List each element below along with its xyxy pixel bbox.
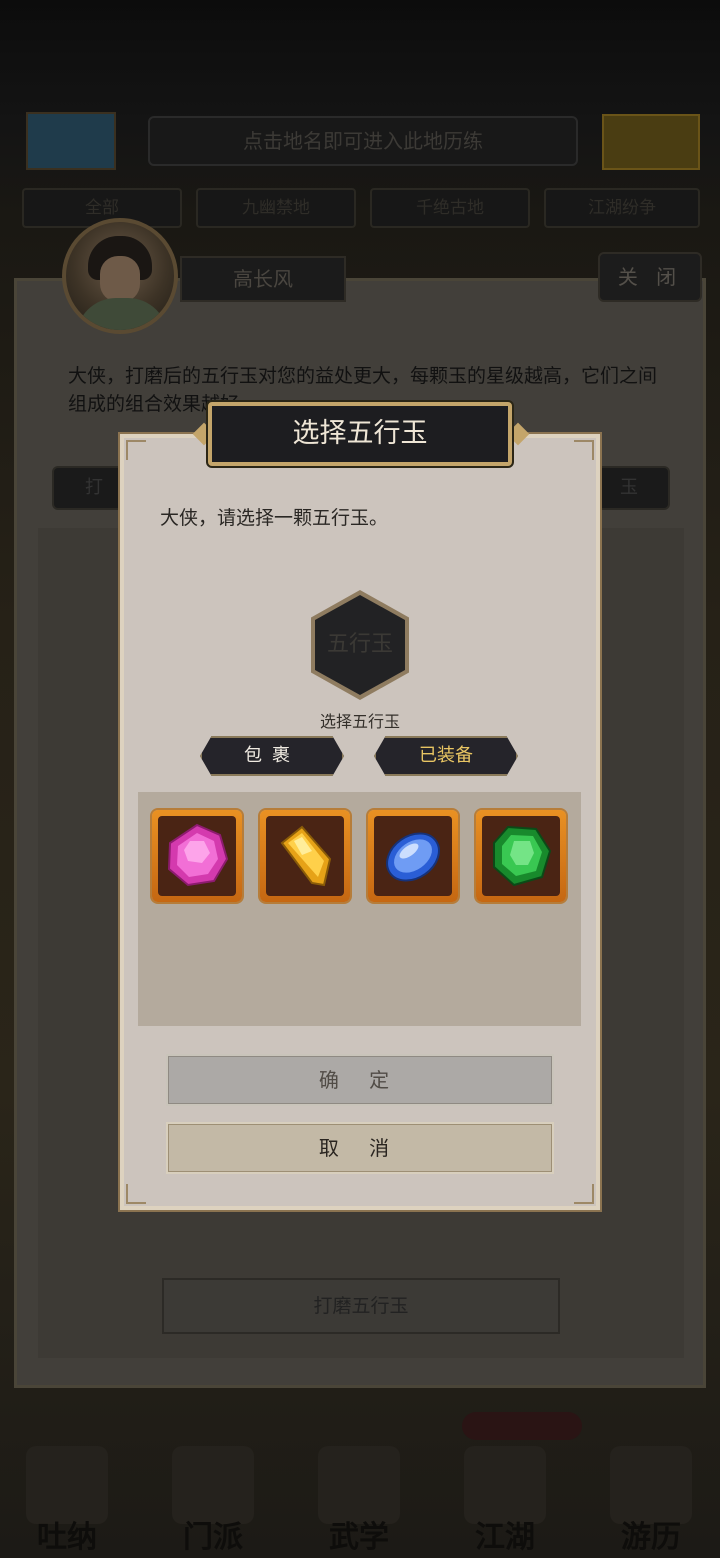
corner-ornament — [126, 440, 146, 460]
nav-tuna[interactable]: 吐纳 — [12, 1440, 122, 1555]
corner-ornament — [126, 1184, 146, 1204]
confirm-button[interactable]: 确 定 — [166, 1054, 554, 1106]
gem-slot-2[interactable] — [260, 810, 350, 902]
dialog-title: 选择五行玉 — [208, 402, 512, 466]
nav-label: 游历 — [621, 1520, 681, 1555]
tab-equipped[interactable]: 已装备 — [374, 736, 518, 776]
category-tab-jianghu[interactable]: 江湖纷争 — [544, 188, 700, 228]
avatar-face — [100, 256, 140, 302]
quest-badge — [462, 1412, 582, 1440]
location-hint: 点击地名即可进入此地历练 — [148, 116, 578, 166]
avatar-robe — [76, 298, 168, 330]
map-thumbnail-right — [602, 114, 700, 170]
nav-label: 门派 — [183, 1520, 243, 1555]
nav-label: 江湖 — [475, 1520, 535, 1555]
character-name: 高长风 — [180, 256, 346, 302]
polish-jade-button[interactable]: 打磨五行玉 — [162, 1278, 560, 1334]
nav-label: 武学 — [329, 1520, 389, 1555]
yellow-gem-icon — [280, 825, 332, 887]
dialog-prompt: 大侠，请选择一颗五行玉。 — [160, 507, 389, 529]
green-gem-icon — [493, 825, 552, 887]
pink-gem-icon — [167, 823, 229, 887]
map-thumbnail-left — [26, 112, 116, 170]
cancel-button[interactable]: 取 消 — [166, 1122, 554, 1174]
category-tab-qianjue[interactable]: 千绝古地 — [370, 188, 530, 228]
category-tab-jiuyou[interactable]: 九幽禁地 — [196, 188, 356, 228]
corner-ornament — [574, 1184, 594, 1204]
gem-slot-3[interactable] — [368, 810, 458, 902]
jade-slot[interactable]: 五行玉 — [311, 590, 409, 700]
blue-gem-icon — [386, 832, 440, 882]
close-button[interactable]: 关 闭 — [598, 252, 702, 302]
character-avatar — [62, 218, 178, 334]
nav-wuxue[interactable]: 武学 — [304, 1440, 414, 1555]
nav-youli[interactable]: 游历 — [596, 1440, 706, 1555]
gem-slot-4[interactable] — [476, 810, 566, 902]
nav-jianghu[interactable]: 江湖 — [450, 1440, 560, 1555]
nav-label: 吐纳 — [37, 1520, 97, 1555]
nav-menpai[interactable]: 门派 — [158, 1440, 268, 1555]
jade-slot-label: 选择五行玉 — [319, 712, 400, 731]
gem-slot-1[interactable] — [152, 810, 242, 902]
bottom-nav: 吐纳 门派 武学 江湖 游历 — [0, 1440, 720, 1558]
tab-bag[interactable]: 包裹 — [200, 736, 344, 776]
corner-ornament — [574, 440, 594, 460]
